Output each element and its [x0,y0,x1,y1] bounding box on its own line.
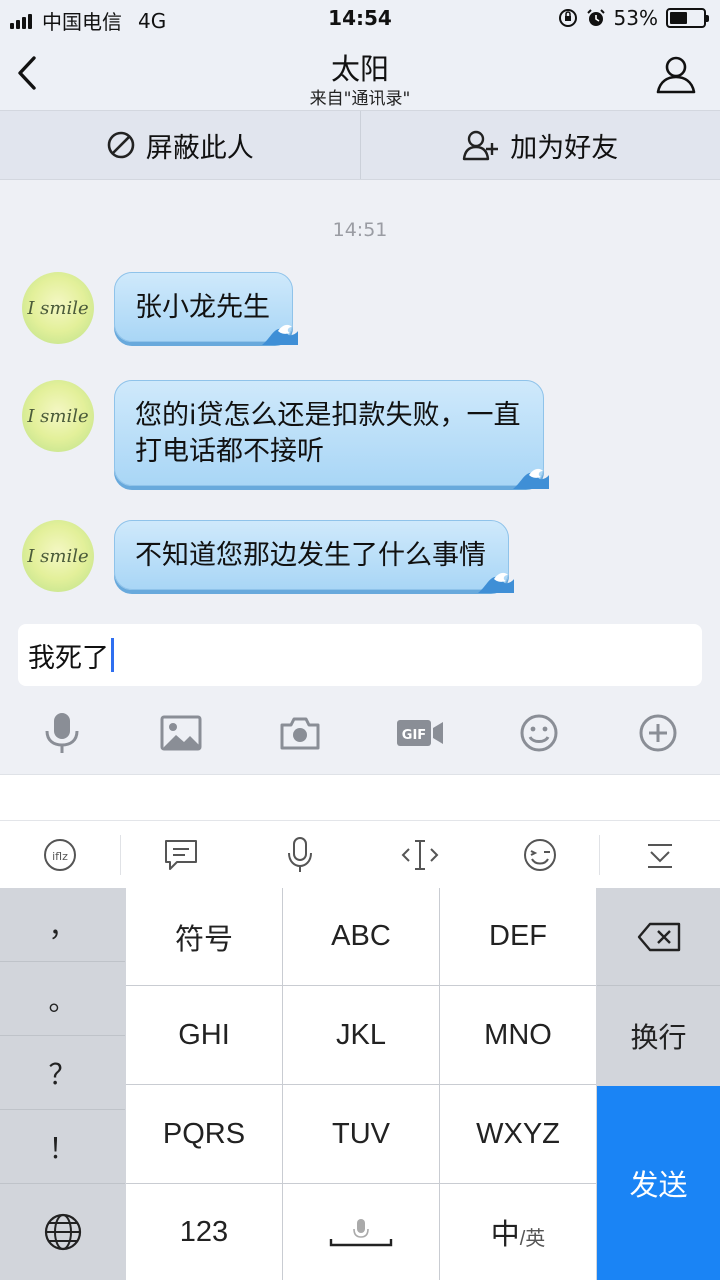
hide-keyboard-button[interactable] [600,821,720,889]
voice-button[interactable] [32,703,92,763]
svg-text:iflz: iflz [52,850,68,863]
nav-bar: 太阳 来自"通讯录" [0,36,720,110]
action-column: 换行 发送 [597,888,720,1280]
key-def[interactable]: DEF [440,888,596,985]
message-bubble[interactable]: 您的i贷怎么还是扣款失败，一直 打电话都不接听 [114,380,549,489]
profile-icon[interactable] [654,52,698,96]
add-user-icon [463,130,499,161]
message-row: I smile 不知道您那边发生了什么事情 [22,520,514,593]
alarm-icon [586,9,605,26]
more-button[interactable] [628,703,688,763]
gif-button[interactable]: GIF [390,703,450,763]
key-grid: 符号 ABC DEF GHI JKL MNO PQRS TUV WXYZ 123… [126,888,596,1280]
avatar[interactable]: I smile [22,380,94,452]
message-timestamp: 14:51 [332,219,388,241]
message-text: 您的i贷怎么还是扣款失败，一直 [135,400,521,431]
avatar[interactable]: I smile [22,272,94,344]
avatar-text: I smile [27,545,89,567]
microphone-icon [288,836,313,872]
key-zh-label: 中 [490,1219,520,1251]
battery-icon [666,8,709,28]
space-mic-icon [329,1219,393,1247]
message-input[interactable]: 我死了 [18,624,702,686]
ime-logo-button[interactable]: iflz [0,821,120,889]
battery-percent: 53% [613,6,658,30]
wink-icon [523,838,556,871]
svg-text:GIF: GIF [401,728,425,743]
message-text: 张小龙先生 [135,292,270,323]
wave-decoration-icon [512,468,549,489]
chat-subtitle: 来自"通讯录" [309,89,411,109]
key-tuv[interactable]: TUV [283,1085,439,1183]
add-friend-button[interactable]: 加为好友 [361,111,720,179]
camera-icon [280,717,320,750]
key-mno[interactable]: MNO [440,986,596,1084]
block-contact-button[interactable]: 屏蔽此人 [0,111,360,179]
plus-circle-icon [639,714,677,752]
avatar-text: I smile [27,405,89,427]
microphone-icon [45,713,79,753]
collapse-icon [648,843,673,868]
block-label: 屏蔽此人 [145,132,254,164]
smiley-icon [520,714,558,752]
wave-decoration-icon [262,324,298,345]
punctuation-key[interactable]: ， [0,888,125,962]
ime-logo-icon: iflz [43,838,76,871]
add-friend-label: 加为好友 [510,132,619,164]
avatar-text: I smile [27,297,89,319]
punctuation-key[interactable]: ！ [0,1110,125,1184]
keyboard-toolbar: iflz [0,820,720,888]
message-icon [164,839,197,870]
message-input-value: 我死了 [28,642,109,674]
message-row: I smile 张小龙先生 [22,272,298,345]
panel-spacer [0,774,720,820]
backspace-icon [637,922,680,951]
emoji-button[interactable] [509,703,569,763]
chat-toolbar: GIF [0,700,720,766]
key-ghi[interactable]: GHI [126,986,282,1084]
key-abc[interactable]: ABC [283,888,439,985]
punctuation-key[interactable]: 。 [0,962,125,1036]
key-symbols[interactable]: 符号 [126,888,282,985]
camera-button[interactable] [270,703,330,763]
globe-key[interactable] [0,1184,125,1280]
keyboard: ， 。 ？ ！ 符号 ABC DEF GHI JKL MNO PQRS TUV … [0,888,720,1280]
message-bubble[interactable]: 不知道您那边发生了什么事情 [114,520,514,593]
action-bar: 屏蔽此人 加为好友 [0,110,720,180]
delete-key[interactable] [597,888,720,986]
rotation-lock-icon [558,9,577,27]
punctuation-key[interactable]: ？ [0,1036,125,1110]
punctuation-column: ， 。 ？ ！ [0,888,125,1280]
message-row: I smile 您的i贷怎么还是扣款失败，一直 打电话都不接听 [22,380,549,489]
cursor-move-button[interactable] [360,821,480,889]
key-numbers[interactable]: 123 [126,1184,282,1280]
return-key[interactable]: 换行 [597,987,720,1085]
battery-fill [670,12,687,24]
message-text: 不知道您那边发生了什么事情 [135,540,486,571]
key-space[interactable] [283,1184,439,1280]
key-zh-en[interactable]: 中/英 [440,1184,596,1280]
voice-input-button[interactable] [240,821,360,889]
key-pqrs[interactable]: PQRS [126,1085,282,1183]
send-key[interactable]: 发送 [597,1086,720,1280]
cursor-icon [401,839,439,870]
gif-icon: GIF [396,720,443,746]
globe-icon [44,1213,81,1251]
key-en-label: /英 [519,1227,546,1250]
wave-decoration-icon [478,572,514,593]
avatar[interactable]: I smile [22,520,94,592]
block-icon [107,131,135,159]
message-bubble[interactable]: 张小龙先生 [114,272,298,345]
emoticon-button[interactable] [480,821,600,889]
photo-button[interactable] [151,703,211,763]
status-bar: 中国电信 4G 14:54 53% [0,0,720,36]
key-wxyz[interactable]: WXYZ [440,1085,596,1183]
key-jkl[interactable]: JKL [283,986,439,1084]
phrases-button[interactable] [121,821,241,889]
image-icon [160,715,202,751]
chat-title: 太阳 [330,52,389,86]
message-text: 打电话都不接听 [135,436,324,467]
text-caret [111,638,114,672]
